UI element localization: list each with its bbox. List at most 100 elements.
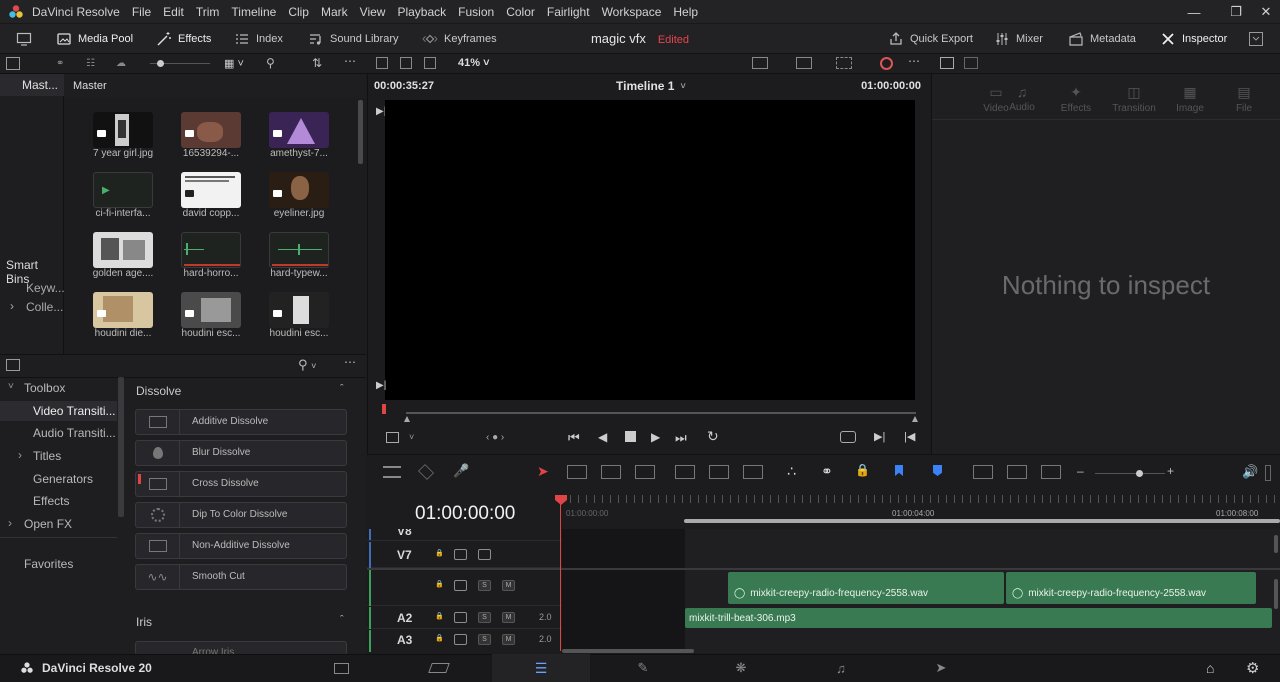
mute-button[interactable]: M [502, 580, 515, 591]
menu-playback[interactable]: Playback [397, 0, 446, 24]
solo-button[interactable]: S [478, 634, 491, 645]
track-visibility-icon[interactable] [478, 549, 491, 560]
audio-clip[interactable]: ◯ mixkit-creepy-radio-frequency-2558.wav [728, 572, 1004, 604]
tree-favorites[interactable]: Favorites [24, 557, 73, 571]
inspector-image-icon[interactable] [940, 57, 954, 69]
next-edit-icon[interactable]: ▶| [874, 430, 885, 443]
grid-view-icon[interactable]: ▦ ˅ [224, 57, 244, 70]
lock-icon[interactable]: 🔒 [433, 612, 446, 623]
replace-clip-icon[interactable] [743, 465, 763, 479]
quick-export-button[interactable]: Quick Export [888, 24, 973, 54]
lock-icon[interactable]: 🔒 [433, 580, 446, 591]
track-v7[interactable]: V7 🔒 [367, 542, 562, 568]
inspector-tab-effects[interactable]: ✦ Effects [1046, 84, 1106, 114]
match-frame-icon[interactable] [840, 431, 856, 443]
page-fusion-icon[interactable]: ✎ [594, 654, 692, 682]
collapse-icon[interactable]: ˆ [340, 383, 344, 395]
media-pool-button[interactable]: Media Pool [56, 24, 133, 54]
zoom-out-icon[interactable]: – [1077, 464, 1084, 478]
thumb-david-copperfield[interactable] [181, 172, 241, 208]
thumb-eyeliner[interactable] [269, 172, 329, 208]
track-a3[interactable]: A3 🔒 S M 2.0 [367, 630, 562, 652]
fx-blur-dissolve[interactable]: Blur Dissolve [135, 440, 347, 466]
more-options-icon[interactable]: ⋯ [344, 355, 356, 369]
index-button[interactable]: Index [234, 24, 283, 54]
inspector-tab-transition[interactable]: ◫ Transition [1102, 84, 1166, 114]
thumb-houdini-escape-1[interactable] [181, 292, 241, 328]
menu-view[interactable]: View [360, 0, 386, 24]
media-scrollbar[interactable] [358, 100, 363, 164]
loop-icon[interactable]: ↻ [707, 428, 719, 445]
track-a1[interactable]: 🔒 S M [367, 570, 562, 606]
fx-cross-dissolve[interactable]: Cross Dissolve [135, 471, 347, 497]
app-title[interactable]: DaVinci Resolve [32, 0, 120, 24]
home-icon[interactable]: ⌂ [1206, 660, 1214, 676]
fx-additive-dissolve[interactable]: Additive Dissolve [135, 409, 347, 435]
go-to-start-icon[interactable]: ⏮ [568, 430, 580, 446]
audio-clip[interactable]: ◯ mixkit-creepy-radio-frequency-2558.wav [1006, 572, 1256, 604]
selection-tool-icon[interactable]: ➤ [537, 463, 549, 480]
inspector-tab-image[interactable]: ▦ Image [1160, 84, 1220, 114]
play-reverse-icon[interactable]: ◀ [598, 430, 607, 444]
page-color-icon[interactable]: ❋ [692, 654, 790, 682]
video-canvas[interactable] [385, 100, 915, 400]
lock-icon[interactable]: 🔒 [433, 549, 446, 560]
jog-control[interactable]: ‹ ● › [486, 432, 504, 443]
inspector-split-icon[interactable] [964, 57, 978, 69]
thumb-houdini-dies[interactable] [93, 292, 153, 328]
timeline-view-options-icon[interactable] [383, 466, 401, 478]
minimize-button[interactable]: — [1180, 0, 1208, 24]
menu-fairlight[interactable]: Fairlight [547, 0, 590, 24]
inspector-button[interactable]: Inspector [1160, 24, 1227, 54]
menu-trim[interactable]: Trim [196, 0, 220, 24]
position-lock-icon[interactable]: 🔒 [855, 463, 870, 477]
thumb-16539294[interactable] [181, 112, 241, 148]
out-point-handle[interactable] [912, 416, 918, 422]
overwrite-clip-icon[interactable] [709, 465, 729, 479]
menu-fusion[interactable]: Fusion [458, 0, 494, 24]
menu-edit[interactable]: Edit [163, 0, 184, 24]
hd-icon[interactable] [796, 57, 812, 69]
effects-button[interactable]: Effects [156, 24, 211, 54]
viewer-crop-icon[interactable] [386, 432, 399, 443]
inspector-tab-file[interactable]: ▤ File [1214, 84, 1274, 114]
thumb-hard-horror[interactable] [181, 232, 241, 268]
timeline-selector[interactable]: Timeline 1 ˅ [616, 79, 686, 93]
color-wheel-icon[interactable] [880, 57, 893, 70]
sidebar-toggle-icon[interactable] [6, 57, 20, 70]
audio-clip[interactable]: mixkit-trill-beat-306.mp3 [685, 608, 1272, 628]
more-options-icon[interactable]: ⋯ [344, 54, 356, 68]
snapping-icon[interactable]: ∴ [787, 463, 796, 480]
link-icon[interactable]: ⚭ [56, 58, 64, 69]
marker-icon[interactable] [933, 465, 942, 476]
stop-icon[interactable] [625, 431, 636, 442]
dynamic-trim-icon[interactable] [601, 465, 621, 479]
solo-button[interactable]: S [478, 612, 491, 623]
track-a2[interactable]: A2 🔒 S M 2.0 [367, 607, 562, 629]
tree-audio-transitions[interactable]: Audio Transiti... [33, 426, 116, 440]
bin-master[interactable]: Mast... [0, 74, 64, 96]
menu-file[interactable]: File [132, 0, 151, 24]
transform-icon[interactable] [836, 57, 852, 69]
keyframes-button[interactable]: Keyframes [422, 24, 497, 54]
tag-icon[interactable]: ☷ [86, 58, 95, 69]
thumb-hard-typewriter[interactable] [269, 232, 329, 268]
in-point-handle[interactable] [404, 416, 410, 422]
thumb-amethyst[interactable] [269, 112, 329, 148]
playhead-marker[interactable] [382, 404, 386, 414]
metadata-button[interactable]: Metadata [1068, 24, 1136, 54]
menu-clip[interactable]: Clip [288, 0, 309, 24]
zoom-in-icon[interactable]: + [1167, 464, 1174, 478]
timeline-timecode[interactable]: 01:00:00:00 [415, 503, 515, 525]
thumb-sci-fi-interface[interactable]: ▶ [93, 172, 153, 208]
timeline-scroll-range[interactable] [684, 519, 1280, 523]
keyframe-icon[interactable] [418, 464, 434, 480]
flag-icon[interactable] [895, 465, 903, 476]
play-icon[interactable]: ▶ [651, 430, 660, 444]
slider-thumb[interactable] [157, 60, 164, 67]
mark-out-icon[interactable]: ▶| [376, 380, 386, 391]
menu-color[interactable]: Color [506, 0, 535, 24]
chevron-right-icon[interactable]: › [8, 516, 12, 530]
page-edit-icon[interactable]: ☰ [492, 654, 590, 682]
page-fairlight-icon[interactable]: ♫ [792, 654, 890, 682]
